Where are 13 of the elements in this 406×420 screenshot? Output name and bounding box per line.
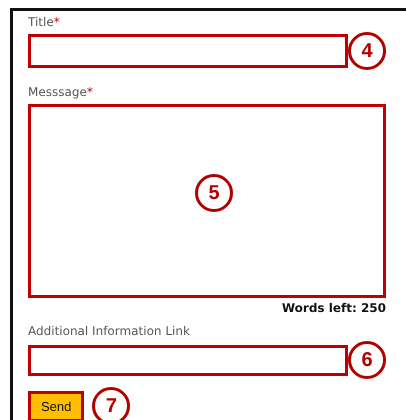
required-mark: * [54,15,60,29]
field-label: Messsage [28,85,87,99]
callout-badge: 7 [92,387,130,420]
field-label: Title [28,15,54,29]
field-label: Additional Information Link [28,324,190,338]
required-mark: * [86,85,93,99]
input-field[interactable] [28,344,348,376]
callout-badge: 4 [348,32,386,70]
message-field[interactable] [28,104,386,298]
word-counter: Words left: 250 [282,301,386,315]
input-field[interactable] [28,34,348,68]
callout-badge: 6 [348,341,386,379]
send-button[interactable]: Send [28,390,84,420]
